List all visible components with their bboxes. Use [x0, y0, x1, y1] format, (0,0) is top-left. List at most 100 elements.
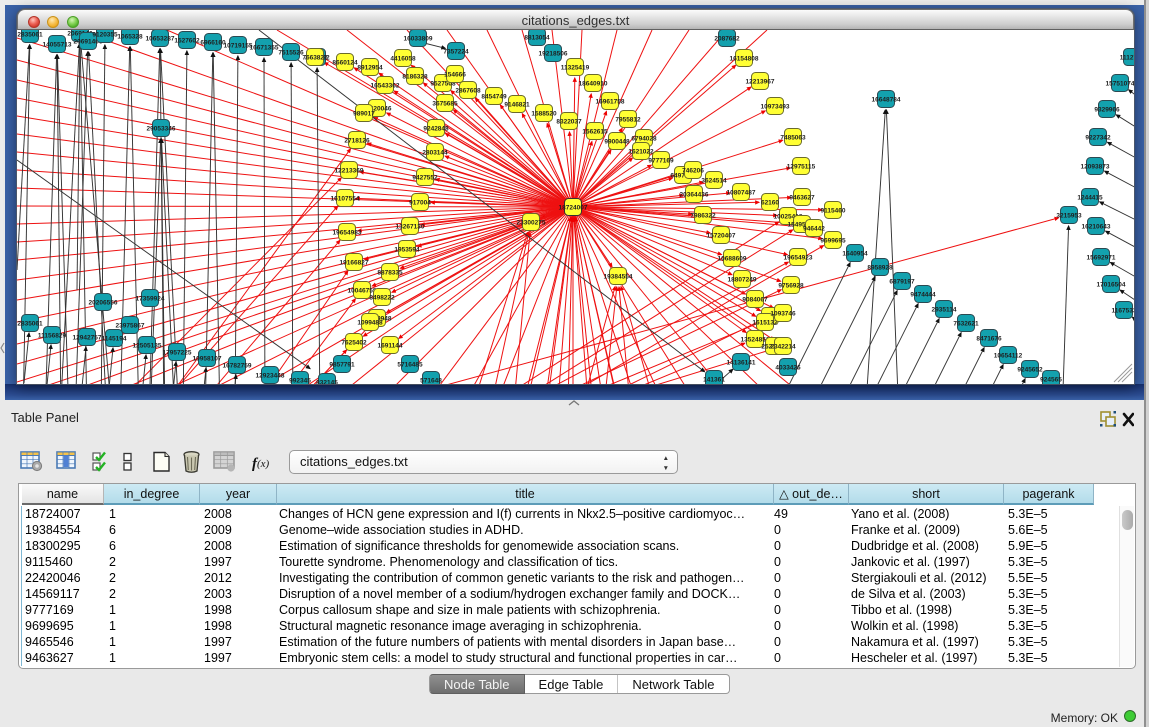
svg-text:832145: 832145: [316, 380, 338, 384]
svg-text:20364436: 20364436: [680, 192, 709, 199]
svg-text:10973493: 10973493: [761, 104, 790, 111]
svg-text:7515526: 7515526: [278, 50, 304, 57]
svg-text:12923448: 12923448: [256, 373, 285, 380]
svg-text:6794028: 6794028: [631, 136, 657, 143]
svg-text:9245652: 9245652: [1017, 367, 1043, 374]
svg-text:9146821: 9146821: [504, 102, 530, 109]
svg-text:7663822: 7663822: [302, 55, 328, 62]
svg-text:(x): (x): [257, 458, 270, 470]
svg-text:9699695: 9699695: [820, 238, 846, 245]
svg-text:946442: 946442: [803, 226, 825, 233]
svg-text:16210643: 16210643: [1082, 224, 1111, 231]
svg-text:8878335: 8878335: [377, 270, 403, 277]
svg-text:9900448: 9900448: [604, 139, 630, 146]
svg-text:12093873: 12093873: [1081, 164, 1110, 171]
svg-text:141361: 141361: [703, 377, 725, 384]
svg-text:9474444: 9474444: [910, 292, 936, 299]
svg-text:9857791: 9857791: [329, 362, 355, 369]
svg-text:12505135: 12505135: [133, 343, 162, 350]
svg-text:16648784: 16648784: [872, 97, 901, 104]
svg-text:10688609: 10688609: [718, 256, 747, 263]
svg-text:6966160: 6966160: [200, 40, 226, 47]
svg-text:989017: 989017: [353, 111, 375, 118]
svg-text:7357224: 7357224: [443, 49, 469, 56]
svg-text:19654923: 19654923: [784, 255, 813, 262]
svg-text:9427552: 9427552: [412, 175, 438, 182]
svg-text:18640910: 18640910: [579, 81, 608, 88]
svg-text:7986322: 7986322: [690, 213, 716, 220]
svg-text:2803144: 2803144: [422, 150, 448, 157]
svg-text:924565: 924565: [1040, 377, 1062, 384]
svg-text:19166827: 19166827: [340, 260, 369, 267]
svg-text:8322037: 8322037: [556, 119, 582, 126]
svg-text:4416058: 4416058: [390, 56, 416, 63]
svg-text:1691144: 1691144: [378, 343, 403, 350]
svg-text:8912954: 8912954: [357, 65, 383, 72]
svg-text:18724007: 18724007: [559, 205, 588, 212]
svg-text:10654112: 10654112: [994, 353, 1023, 360]
svg-text:16961758: 16961758: [596, 99, 625, 106]
svg-text:29053346: 29053346: [147, 126, 176, 133]
svg-text:3675685: 3675685: [432, 101, 458, 108]
svg-text:2835061: 2835061: [17, 32, 43, 39]
svg-text:3215953: 3215953: [1056, 213, 1082, 220]
svg-text:154666: 154666: [444, 72, 466, 79]
svg-text:19654983: 19654983: [333, 230, 362, 237]
svg-text:16671355: 16671355: [250, 45, 279, 52]
svg-text:11325419: 11325419: [561, 65, 590, 72]
svg-text:62160: 62160: [761, 200, 779, 207]
svg-text:8498222: 8498222: [369, 295, 395, 302]
svg-text:1093746: 1093746: [770, 311, 796, 318]
svg-text:1615132: 1615132: [752, 320, 778, 327]
svg-text:13267130: 13267130: [396, 224, 425, 231]
svg-text:12213967: 12213967: [746, 79, 775, 86]
svg-text:23975867: 23975867: [116, 323, 145, 330]
svg-text:7625402: 7625402: [341, 340, 367, 347]
svg-text:16107554: 16107554: [331, 196, 360, 203]
svg-text:1562615: 1562615: [582, 129, 608, 136]
svg-text:12942757: 12942757: [73, 335, 102, 342]
svg-text:2835061: 2835061: [17, 321, 43, 328]
svg-text:15751074: 15751074: [1106, 81, 1134, 88]
svg-text:6879197: 6879197: [889, 279, 915, 286]
svg-text:8186328: 8186328: [402, 74, 428, 81]
svg-text:12975115: 12975115: [787, 164, 816, 171]
svg-text:20206556: 20206556: [89, 300, 118, 307]
svg-text:571648: 571648: [420, 378, 442, 384]
svg-text:9756928: 9756928: [778, 283, 804, 290]
svg-text:17016504: 17016504: [1097, 282, 1126, 289]
svg-text:2935114: 2935114: [932, 307, 957, 314]
svg-text:9084067: 9084067: [742, 297, 768, 304]
svg-text:1527602: 1527602: [174, 38, 200, 45]
svg-text:10807487: 10807487: [727, 190, 756, 197]
svg-text:14055713: 14055713: [43, 42, 72, 49]
svg-text:2342214: 2342214: [770, 344, 796, 351]
svg-text:10719155: 10719155: [224, 43, 253, 50]
svg-text:9227342: 9227342: [1085, 135, 1111, 142]
svg-text:1640954: 1640954: [842, 251, 868, 258]
svg-text:746206: 746206: [682, 168, 704, 175]
svg-text:8454749: 8454749: [481, 94, 507, 101]
svg-text:16154808: 16154808: [730, 56, 759, 63]
svg-text:23300275: 23300275: [517, 220, 546, 227]
svg-text:2718126: 2718126: [344, 138, 370, 145]
svg-text:992345: 992345: [289, 378, 311, 384]
svg-text:16033809: 16033809: [404, 36, 433, 43]
svg-text:1065328: 1065328: [117, 34, 143, 41]
svg-text:19218506: 19218506: [539, 51, 568, 58]
svg-text:16543362: 16543362: [371, 83, 400, 90]
svg-text:10653287: 10653287: [146, 36, 175, 43]
svg-text:1244415: 1244415: [1077, 195, 1103, 202]
svg-text:1099488: 1099488: [357, 320, 383, 327]
svg-text:17957225: 17957225: [163, 350, 192, 357]
svg-text:8660124: 8660124: [332, 60, 358, 67]
svg-text:2867608: 2867608: [455, 88, 481, 95]
svg-text:5716485: 5716485: [397, 362, 423, 369]
svg-text:11156829: 11156829: [38, 333, 67, 340]
svg-text:1167533: 1167533: [1112, 308, 1134, 315]
svg-text:7485063: 7485063: [780, 135, 806, 142]
svg-text:19384554: 19384554: [604, 274, 633, 281]
svg-text:2087682: 2087682: [714, 36, 740, 43]
svg-text:12213369: 12213369: [335, 168, 364, 175]
svg-text:1145194: 1145194: [102, 336, 127, 343]
